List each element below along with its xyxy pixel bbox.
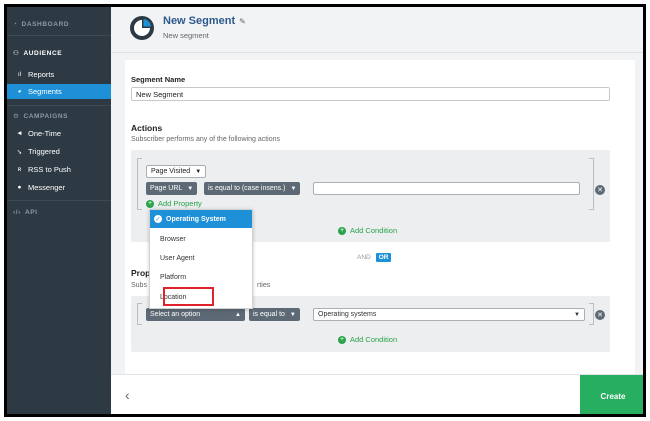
sidebar-item-onetime[interactable]: ◄ One-Time bbox=[7, 126, 111, 141]
remove-action-icon[interactable]: ✕ bbox=[595, 185, 605, 195]
nav-dashboard[interactable]: ◔ DASHBOARD bbox=[13, 18, 69, 30]
audience-icon: ⚇ bbox=[13, 50, 20, 57]
sidebar-item-label: Messenger bbox=[28, 183, 66, 192]
properties-help: Subs bbox=[131, 282, 147, 289]
add-condition-button[interactable]: + Add Condition bbox=[338, 226, 397, 235]
bracket-right bbox=[589, 158, 594, 210]
page-subtitle: New segment bbox=[163, 31, 209, 40]
property-option-select[interactable]: Select an option ▲ bbox=[146, 308, 245, 321]
page-title-text: New Segment bbox=[163, 15, 236, 27]
app-window: ◔ DASHBOARD ⚇ AUDIENCE ıl Reports ◕ Segm… bbox=[4, 4, 646, 417]
or-option[interactable]: OR bbox=[375, 253, 392, 262]
properties-help-tail: rties bbox=[257, 282, 271, 289]
pencil-icon[interactable]: ✎ bbox=[239, 17, 246, 26]
caret-down-icon: ▼ bbox=[195, 168, 202, 175]
caret-down-icon: ▼ bbox=[574, 311, 580, 318]
caret-down-icon: ▼ bbox=[187, 185, 194, 192]
pie-chart-icon: ◕ bbox=[17, 88, 22, 95]
action-type-value: Page Visited bbox=[151, 168, 191, 175]
divider bbox=[7, 105, 111, 106]
triggered-icon: ➘ bbox=[16, 148, 23, 156]
nav-campaigns[interactable]: ⚙ CAMPAIGNS bbox=[13, 110, 68, 122]
dropdown-option-label: Operating System bbox=[166, 215, 226, 223]
nav-audience[interactable]: ⚇ AUDIENCE bbox=[13, 47, 62, 59]
dropdown-option-operating-system[interactable]: ✓ Operating System bbox=[150, 210, 252, 228]
sidebar-item-label: One-Time bbox=[28, 129, 62, 138]
segment-name-input[interactable]: New Segment bbox=[131, 87, 610, 101]
sidebar-item-label: RSS to Push bbox=[28, 165, 71, 174]
check-icon: ✓ bbox=[154, 215, 162, 223]
sidebar-item-label: Triggered bbox=[28, 147, 60, 156]
operator2-value: is equal to bbox=[253, 311, 285, 318]
caret-down-icon: ▼ bbox=[289, 311, 296, 318]
sidebar-item-messenger[interactable]: ● Messenger bbox=[7, 180, 111, 195]
bracket-left bbox=[137, 303, 142, 325]
messenger-icon: ● bbox=[17, 184, 22, 191]
add-property-button[interactable]: + Add Property bbox=[146, 199, 202, 208]
dropdown-option-user-agent[interactable]: User Agent bbox=[150, 249, 252, 267]
footer-bar: ‹ Create bbox=[111, 374, 643, 414]
add-condition-button-2[interactable]: + Add Condition bbox=[338, 335, 397, 344]
action-value-input[interactable] bbox=[313, 182, 580, 195]
page-header: New Segment ✎ New segment bbox=[111, 7, 643, 53]
nav-dashboard-label: DASHBOARD bbox=[21, 20, 70, 28]
bracket-right bbox=[589, 303, 594, 325]
operator-select[interactable]: is equal to (case insens.) ▼ bbox=[204, 182, 301, 195]
dropdown-option-platform[interactable]: Platform bbox=[150, 268, 252, 286]
actions-help: Subscriber performs any of the following… bbox=[131, 136, 281, 143]
sidebar-item-label: Reports bbox=[28, 70, 55, 79]
sidebar-item-triggered[interactable]: ➘ Triggered bbox=[7, 144, 111, 159]
value2-text: Operating systems bbox=[318, 311, 377, 318]
rss-icon: ʀ bbox=[17, 166, 22, 173]
segment-name-label: Segment Name bbox=[131, 75, 186, 84]
operator2-select[interactable]: is equal to ▼ bbox=[249, 308, 300, 321]
add-condition-label: Add Condition bbox=[350, 335, 398, 344]
operator-value: is equal to (case insens.) bbox=[208, 185, 286, 192]
back-chevron-icon[interactable]: ‹ bbox=[125, 387, 130, 403]
caret-down-icon: ▼ bbox=[290, 185, 297, 192]
plus-icon: + bbox=[146, 199, 154, 208]
actions-heading: Actions bbox=[131, 123, 163, 133]
sidebar-item-segments[interactable]: ◕ Segments bbox=[7, 84, 111, 99]
divider bbox=[7, 35, 111, 36]
caret-up-icon: ▲ bbox=[235, 311, 241, 318]
send-icon: ◄ bbox=[16, 130, 23, 137]
add-property-label: Add Property bbox=[158, 199, 202, 208]
dropdown-option-browser[interactable]: Browser bbox=[150, 230, 252, 248]
dashboard-icon: ◔ bbox=[13, 20, 18, 28]
property-value: Page URL bbox=[150, 185, 183, 192]
sidebar: ◔ DASHBOARD ⚇ AUDIENCE ıl Reports ◕ Segm… bbox=[7, 7, 111, 414]
and-option[interactable]: AND bbox=[357, 254, 371, 261]
sidebar-item-reports[interactable]: ıl Reports bbox=[7, 67, 111, 82]
select-option-value: Select an option bbox=[150, 311, 201, 318]
property-select[interactable]: Page URL ▼ bbox=[146, 182, 198, 195]
sidebar-item-rss[interactable]: ʀ RSS to Push bbox=[7, 162, 111, 177]
divider bbox=[7, 200, 111, 201]
nav-campaigns-label: CAMPAIGNS bbox=[23, 112, 69, 120]
plus-icon: + bbox=[338, 226, 346, 235]
value2-select[interactable]: Operating systems ▼ bbox=[313, 308, 585, 321]
campaigns-icon: ⚙ bbox=[13, 113, 20, 120]
action-type-select[interactable]: Page Visited ▼ bbox=[146, 165, 207, 178]
remove-property-icon[interactable]: ✕ bbox=[595, 310, 605, 320]
bar-chart-icon: ıl bbox=[17, 71, 22, 78]
property-dropdown-menu: ✓ Operating System Browser User Agent Pl… bbox=[149, 209, 253, 309]
bracket-left bbox=[137, 158, 142, 210]
highlight-box bbox=[163, 287, 214, 306]
page-title: New Segment ✎ bbox=[163, 15, 246, 27]
segment-pie-icon bbox=[130, 16, 154, 40]
sidebar-item-label: Segments bbox=[28, 87, 62, 96]
and-or-toggle[interactable]: AND OR bbox=[357, 253, 392, 262]
nav-api[interactable]: ‹/› API bbox=[13, 206, 38, 218]
create-button[interactable]: Create bbox=[580, 375, 643, 414]
code-icon: ‹/› bbox=[13, 208, 21, 216]
nav-audience-label: AUDIENCE bbox=[23, 49, 63, 57]
nav-api-label: API bbox=[24, 208, 38, 216]
plus-icon: + bbox=[338, 335, 346, 344]
add-condition-label: Add Condition bbox=[350, 226, 398, 235]
properties-heading: Prop bbox=[131, 268, 151, 278]
